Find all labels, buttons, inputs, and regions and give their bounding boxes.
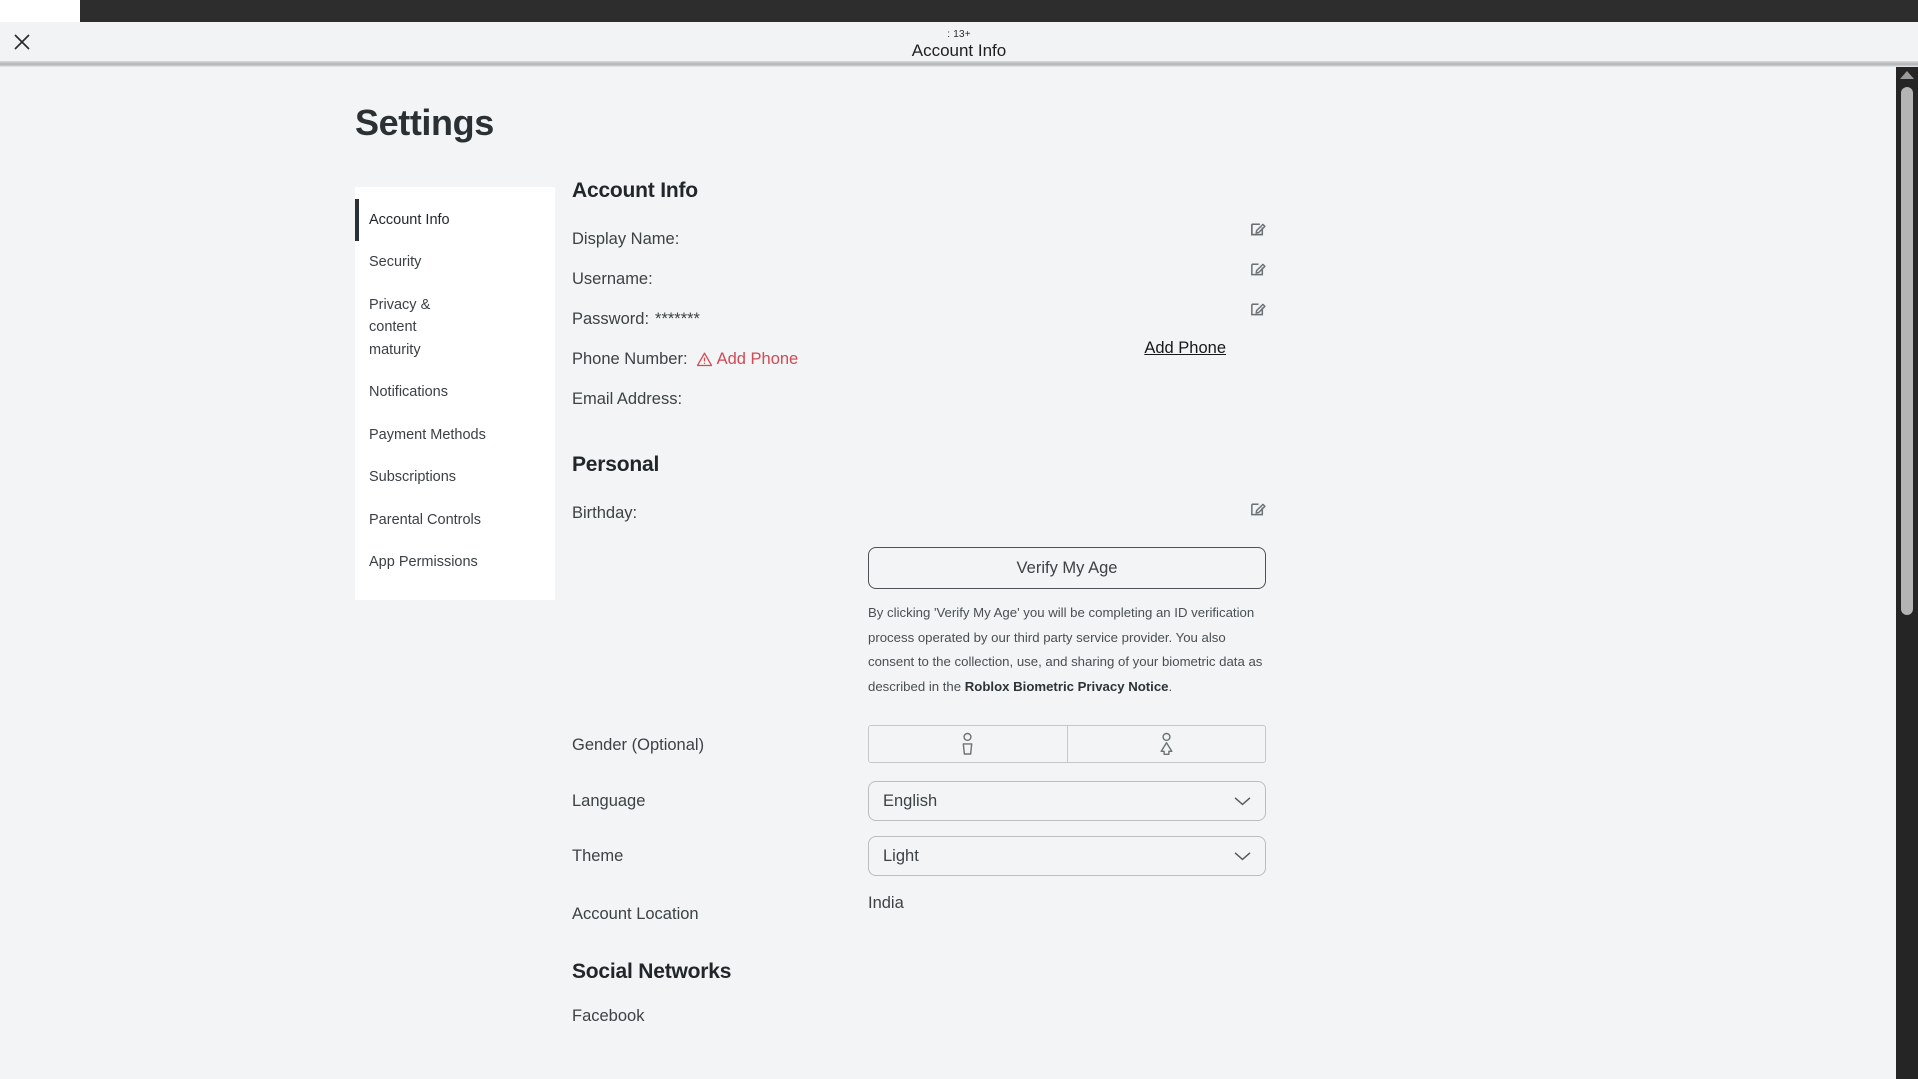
verify-disclaimer-text-2: . [1168,678,1173,694]
chevron-down-icon [1234,797,1251,806]
scroll-up-arrow-icon[interactable] [1900,71,1914,79]
row-gender: Gender (Optional) [572,725,1572,765]
sidebar-item-app-permissions[interactable]: App Permissions [355,541,555,583]
account-location-value: India [868,894,904,913]
sidebar-item-label: Payment Methods [369,426,486,443]
add-phone-button[interactable]: Add Phone [1144,339,1268,358]
account-location-label: Account Location [572,904,699,923]
system-top-bar [80,0,1918,22]
add-phone-warning[interactable]: Add Phone [696,349,799,369]
sidebar-item-label: App Permissions [369,554,478,571]
sidebar-item-privacy-content-maturity[interactable]: Privacy & content maturity [355,284,475,371]
sidebar-item-parental-controls[interactable]: Parental Controls [355,499,555,541]
language-selected-value: English [883,791,938,810]
sidebar-item-payment-methods[interactable]: Payment Methods [355,414,555,456]
theme-control: Light [868,836,1268,877]
theme-select[interactable]: Light [868,836,1266,877]
sidebar-item-account-info[interactable]: Account Info [355,199,555,242]
scrollbar-thumb[interactable] [1901,87,1913,615]
row-language: Language English [572,781,1572,822]
edit-icon[interactable] [1249,219,1268,238]
add-phone-warning-label: Add Phone [716,349,799,368]
row-birthday: Birthday: [572,493,1572,533]
facebook-label: Facebook [572,1006,645,1025]
language-select[interactable]: English [868,781,1266,822]
theme-label: Theme [572,846,624,865]
edit-icon[interactable] [1249,499,1268,518]
settings-main-panel: Account Info Display Name: Username: Pas… [572,179,1572,1036]
username-actions [868,259,1268,278]
sidebar-item-subscriptions[interactable]: Subscriptions [355,456,555,498]
settings-sidebar: Account Info Security Privacy & content … [355,187,555,600]
sidebar-item-notifications[interactable]: Notifications [355,371,555,413]
chevron-down-icon [1234,852,1251,861]
password-label: Password: [572,309,650,328]
row-facebook: Facebook [572,996,1572,1036]
email-address-label: Email Address: [572,389,683,408]
social-networks-heading: Social Networks [572,960,732,984]
username-label: Username: [572,269,653,288]
edit-icon[interactable] [1249,259,1268,278]
sidebar-item-security[interactable]: Security [355,241,555,283]
password-value: ******* [655,309,700,328]
page-title: Settings [355,102,494,143]
personal-heading: Personal [572,453,660,476]
display-name-label: Display Name: [572,229,680,248]
sidebar-item-label: Subscriptions [369,469,457,486]
vertical-scrollbar[interactable] [1896,67,1918,1079]
header-title-group: : 13+ Account Info [0,22,1918,61]
female-person-icon [1160,732,1173,755]
warning-triangle-icon [696,352,712,366]
row-theme: Theme Light [572,836,1572,877]
language-label: Language [572,791,646,810]
window-title: Account Info [911,41,1007,60]
gender-label: Gender (Optional) [572,735,705,754]
verify-age-block: Verify My Age By clicking 'Verify My Age… [868,547,1868,699]
row-password: Password: ******* [572,299,1572,339]
sidebar-item-label: Privacy & content maturity [369,296,431,358]
row-display-name: Display Name: [572,219,1572,259]
gender-selector [868,725,1266,764]
verify-my-age-button[interactable]: Verify My Age [868,547,1266,589]
account-info-heading: Account Info [572,179,698,202]
settings-page: Settings Account Info Security Privacy &… [0,67,1918,1079]
edit-icon[interactable] [1249,299,1268,318]
birthday-actions [868,499,1268,518]
modal-header: : 13+ Account Info [0,22,1918,61]
language-control: English [868,781,1268,822]
birthday-label: Birthday: [572,503,638,522]
row-email-address: Email Address: [572,379,1572,419]
phone-number-label: Phone Number: [572,349,688,368]
row-account-location: Account Location India [572,894,1572,934]
row-username: Username: [572,259,1572,299]
sidebar-item-label: Security [369,254,422,271]
male-person-icon [962,732,973,755]
gender-option-male[interactable] [869,726,1067,763]
theme-selected-value: Light [883,846,919,865]
row-phone-number: Phone Number: Add Phone Add Phone [572,339,1572,379]
gender-options [868,725,1268,764]
sidebar-item-label: Notifications [369,384,448,401]
gender-option-female[interactable] [1066,726,1265,763]
sidebar-item-label: Parental Controls [369,511,482,528]
window-corner-blank [0,0,80,22]
phone-actions: Add Phone [868,339,1268,358]
password-actions [868,299,1268,318]
age-rating-badge: : 13+ [947,29,971,40]
verify-age-disclaimer: By clicking 'Verify My Age' you will be … [868,601,1264,699]
account-location-value-wrap: India [868,894,1268,913]
display-name-actions [868,219,1268,238]
sidebar-item-label: Account Info [369,212,450,228]
biometric-privacy-notice-link[interactable]: Roblox Biometric Privacy Notice [965,679,1169,694]
